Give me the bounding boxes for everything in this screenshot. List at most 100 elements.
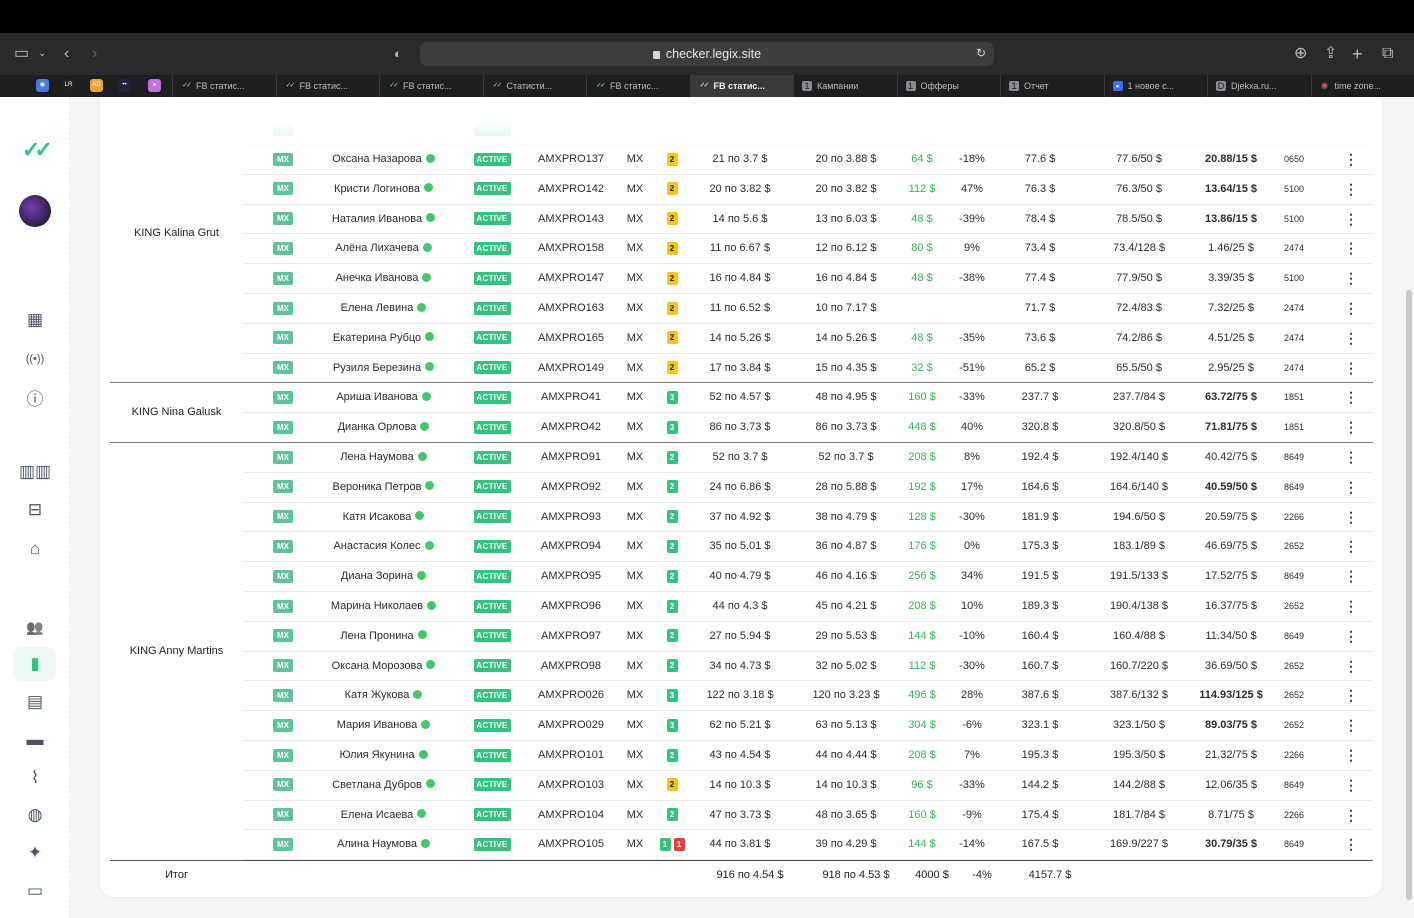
shield-icon[interactable]: ◐ [394,44,402,64]
info-icon[interactable]: ⓘ [22,384,48,410]
row-menu-icon[interactable]: ⋮ [1342,205,1360,235]
ratio-cell: 192.4/140 $ [1109,451,1169,463]
table-row[interactable]: MX Юлия Якунина ACTIVE AMXPRO101 MX 2 43 по 4.… [243,741,1373,771]
browser-tab[interactable]: 1 Офферы [896,75,1001,97]
table-row[interactable]: MX Елена Левина ACTIVE AMXPRO163 MX 2 11 по 6.… [243,294,1373,324]
table-row[interactable]: MX Екатерина Рубцо ACTIVE AMXPRO165 MX 2 14 по… [243,324,1373,354]
browser-tab[interactable]: ✓✓ FB статис... [275,75,380,97]
chat-icon[interactable]: ▭ [22,878,48,904]
row-menu-icon[interactable]: ⋮ [1342,294,1360,324]
address-bar[interactable]: checker.legix.site ↻ [420,42,994,66]
table-row[interactable]: MX Светлана Дубров ACTIVE AMXPRO103 MX 2 14 по… [243,771,1373,801]
row-menu-icon[interactable]: ⋮ [1342,234,1360,264]
row-menu-icon[interactable]: ⋮ [1342,264,1360,294]
bank-icon[interactable]: ⌂ [22,536,48,562]
pinned-orb-icon[interactable]: ● [148,79,161,92]
dashboard-icon[interactable]: ▦ [22,307,48,333]
browser-tab[interactable]: 1 Кампании [793,75,897,97]
row-menu-icon[interactable]: ⋮ [1342,175,1360,205]
grid-icon[interactable]: ▥▥ [19,459,51,485]
pinned-ad-icon[interactable]: AD [90,79,103,92]
table-row[interactable]: MX Рузиля Березина ACTIVE AMXPRO149 MX 2 17 по… [243,354,1373,384]
browser-tab[interactable]: D Djekxa.ru... [1207,75,1311,97]
row-menu-icon[interactable]: ⋮ [1342,801,1360,831]
page-scrollbar[interactable] [1406,290,1412,900]
back-icon[interactable]: ‹ [64,44,69,64]
status-cell: ACTIVE [472,830,512,860]
row-menu-icon[interactable]: ⋮ [1342,145,1360,175]
browser-tab[interactable]: ✓✓ FB статис... [689,75,793,97]
row-menu-icon[interactable]: ⋮ [1342,562,1360,592]
row-menu-icon[interactable]: ⋮ [1342,592,1360,622]
table-row[interactable]: MX Елена Исаева ACTIVE AMXPRO104 MX 2 47 по 3.… [243,801,1373,831]
cap-cell: 40.59/50 $ [1205,480,1257,493]
browser-tab[interactable]: ✓✓ Статисти... [482,75,587,97]
table-row[interactable]: MX Дианка Орлова ACTIVE AMXPRO42 MX 3 86 по 3.… [243,413,1373,443]
row-menu-icon[interactable]: ⋮ [1342,771,1360,801]
nodes-icon[interactable]: ⌇ [22,765,48,791]
table-row[interactable]: MX Марина Николаев ACTIVE AMXPRO96 MX 2 44 по … [243,592,1373,622]
forward-icon[interactable]: › [92,44,97,64]
reload-icon[interactable]: ↻ [976,46,986,60]
tab-overview-icon[interactable]: ⧉ [1382,44,1393,64]
logo-icon[interactable]: ✓✓ [22,137,53,163]
table-row[interactable]: MX Катя Исакова ACTIVE AMXPRO93 MX 2 37 по 4.9… [243,503,1373,533]
downloads-icon[interactable]: ⊕ [1294,44,1307,64]
row-menu-icon[interactable]: ⋮ [1342,741,1360,771]
browser-tab[interactable]: 1 Отчет [1000,75,1104,97]
cash-icon[interactable]: ⊟ [22,497,48,523]
row-menu-icon[interactable]: ⋮ [1342,443,1360,473]
row-menu-icon[interactable]: ⋮ [1342,354,1360,384]
table-row[interactable]: MX Анечка Иванова ACTIVE AMXPRO147 MX 2 16 по … [243,264,1373,294]
chevron-down-icon[interactable]: ⌄ [38,44,46,64]
table-row[interactable]: MX Кристи Логинова ACTIVE AMXPRO142 MX 2 20 по… [243,175,1373,205]
pinned-globe-icon[interactable]: ◉ [36,79,49,92]
row-menu-icon[interactable]: ⋮ [1342,681,1360,711]
browser-tab[interactable]: ✓✓ FB статис... [172,75,276,97]
row-menu-icon[interactable]: ⋮ [1342,413,1360,443]
sparkle-icon[interactable]: ✦ [22,840,48,866]
pinned-dots-icon[interactable]: •• [118,79,131,92]
report-icon[interactable]: ▤ [22,689,48,715]
pinned-lr-icon[interactable]: LR [62,79,75,92]
table-row[interactable]: MX Оксана Назарова ACTIVE AMXPRO137 MX 2 21 по… [243,145,1373,175]
sidebar-toggle-icon[interactable]: ▭ [14,44,29,64]
table-row[interactable]: MX Анастасия Колес ACTIVE AMXPRO94 MX 2 35 по … [243,532,1373,563]
table-row[interactable]: MX Алёна Лихачева ACTIVE AMXPRO158 MX 2 11 по … [243,234,1373,265]
row-menu-icon[interactable]: ⋮ [1342,503,1360,533]
row-menu-icon[interactable]: ⋮ [1342,324,1360,354]
table-row[interactable]: MX Катя Жукова ACTIVE AMXPRO026 MX 3 122 по 3.… [243,681,1373,712]
broadcast-icon[interactable]: ((•)) [22,346,48,372]
row-menu-icon[interactable]: ⋮ [1342,622,1360,652]
table-row[interactable]: MX Лена Пронина ACTIVE AMXPRO97 MX 2 27 по 5.9… [243,622,1373,652]
globe-icon[interactable]: ◍ [22,802,48,828]
browser-tab[interactable]: ▪ 1 новое с... [1103,75,1208,97]
avatar[interactable] [19,195,51,227]
table-row[interactable]: MX Вероника Петров ACTIVE AMXPRO92 MX 2 24 по … [243,473,1373,503]
table-row[interactable]: MX Лена Наумова ACTIVE AMXPRO91 MX 2 52 по 3.7… [243,443,1373,473]
card-icon[interactable]: ▬ [22,727,48,753]
browser-tab[interactable]: ✺ time zone... [1310,75,1414,97]
browser-tab[interactable]: ✓✓ FB статис... [379,75,483,97]
table-row[interactable]: MX Ариша Иванова ACTIVE AMXPRO41 MX 3 52 по 4.… [243,383,1373,414]
status-cell: ACTIVE [472,503,512,533]
row-menu-icon[interactable]: ⋮ [1342,652,1360,682]
table-row[interactable]: MX Мария Иванова ACTIVE AMXPRO029 MX 3 62 по 5… [243,711,1373,741]
share-icon[interactable]: ⇪ [1324,44,1337,64]
users-icon[interactable]: 👥 [22,614,48,640]
row-menu-icon[interactable]: ⋮ [1342,473,1360,503]
status-cell: ACTIVE [472,175,512,205]
row-menu-icon[interactable]: ⋮ [1342,383,1360,413]
table-row[interactable]: MX Алина Наумова ACTIVE AMXPRO105 MX 1 1 44 по … [243,830,1373,861]
spend2-cell: 48 по 4.95 $ [815,391,877,404]
row-menu-icon[interactable]: ⋮ [1342,711,1360,741]
cap-cell: 46.69/75 $ [1205,540,1257,553]
row-menu-icon[interactable]: ⋮ [1342,532,1360,562]
table-row[interactable]: MX Оксана Морозова ACTIVE AMXPRO98 MX 2 34 по … [243,652,1373,682]
browser-tab[interactable]: ✓✓ FB статис... [586,75,690,97]
table-row[interactable]: MX Диана Зорина ACTIVE AMXPRO95 MX 2 40 по 4.7… [243,562,1373,592]
table-row[interactable]: MX Наталия Иванова ACTIVE AMXPRO143 MX 2 14 по… [243,205,1373,235]
new-tab-icon[interactable]: + [1352,44,1363,64]
stats-icon[interactable]: ▮ [22,651,48,677]
row-menu-icon[interactable]: ⋮ [1342,830,1360,860]
